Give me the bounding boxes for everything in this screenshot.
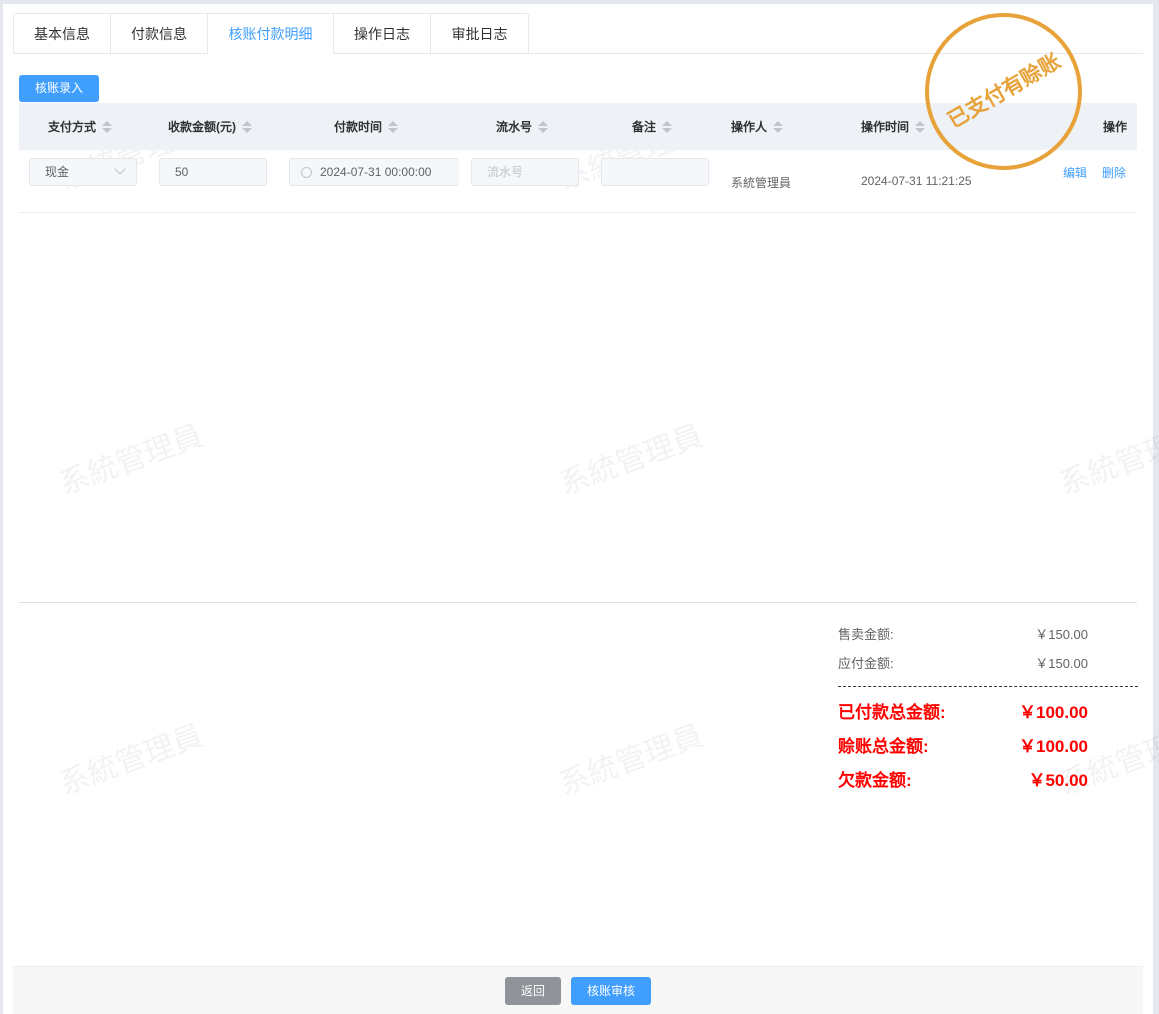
label: 已付款总金额: (838, 703, 946, 722)
paid-total-row: 已付款总金额: ￥100.00 (838, 698, 1088, 723)
value: ￥150.00 (1035, 656, 1088, 671)
sort-icon[interactable] (915, 120, 926, 133)
summary-divider (838, 686, 1138, 687)
col-label: 备注 (632, 120, 657, 134)
col-label: 付款时间 (334, 120, 383, 134)
remark-input[interactable] (601, 158, 709, 186)
col-operator[interactable]: 操作人 (731, 118, 784, 135)
sale-amount-row: 售卖金额: ￥150.00 (838, 624, 1088, 643)
sort-icon[interactable] (242, 120, 252, 133)
pay-time-value: 2024-07-31 00:00:00 (320, 165, 432, 179)
credit-total-row: 赊账总金额: ￥100.00 (838, 732, 1088, 757)
col-amount[interactable]: 收款金额(元) (168, 118, 252, 135)
pay-method-select[interactable]: 现金 (29, 158, 137, 186)
col-actions: 操作 (1103, 120, 1128, 134)
chevron-down-icon (114, 163, 126, 175)
col-pay-time[interactable]: 付款时间 (334, 118, 399, 135)
op-time-cell: 2024-07-31 11:21:25 (861, 174, 972, 188)
col-serial[interactable]: 流水号 (496, 118, 549, 135)
amount-input[interactable]: 50 (159, 158, 267, 186)
label: 赊账总金额: (838, 737, 929, 756)
tab-reconcile-details[interactable]: 核账付款明细 (208, 14, 334, 54)
sort-icon[interactable] (662, 120, 673, 133)
back-button[interactable]: 返回 (505, 977, 561, 1005)
col-label: 流水号 (496, 120, 533, 134)
select-value: 现金 (45, 165, 70, 179)
sort-icon[interactable] (388, 120, 399, 133)
value: ￥150.00 (1035, 627, 1088, 642)
edit-link[interactable]: 编辑 (1063, 164, 1087, 181)
label: 应付金额: (838, 656, 894, 671)
tab-operation-log[interactable]: 操作日志 (334, 14, 431, 54)
tab-basic-info[interactable]: 基本信息 (14, 14, 111, 54)
label: 售卖金额: (838, 627, 894, 642)
pay-time-picker[interactable]: 2024-07-31 00:00:00 (289, 158, 459, 186)
col-label: 收款金额(元) (168, 120, 236, 134)
clock-icon (301, 167, 312, 178)
col-op-time[interactable]: 操作时间 (861, 118, 926, 135)
col-pay-method[interactable]: 支付方式 (48, 118, 113, 135)
row-divider (19, 212, 1137, 213)
status-stamp: 已支付有赊账 (925, 13, 1082, 170)
serial-input[interactable]: 流水号 (471, 158, 579, 186)
value: ￥100.00 (1019, 703, 1088, 722)
stamp-text: 已支付有赊账 (943, 49, 1065, 133)
value: ￥100.00 (1019, 737, 1088, 756)
col-label: 操作时间 (861, 120, 910, 134)
audit-button[interactable]: 核账审核 (571, 977, 651, 1005)
label: 欠款金额: (838, 771, 912, 790)
add-reconcile-button[interactable]: 核账录入 (19, 75, 99, 102)
col-label: 操作人 (731, 120, 768, 134)
value: ￥50.00 (1028, 771, 1088, 790)
sort-icon[interactable] (538, 120, 549, 133)
table-bottom-divider (19, 602, 1137, 603)
col-remark[interactable]: 备注 (632, 118, 673, 135)
sort-icon[interactable] (773, 120, 784, 133)
payable-amount-row: 应付金额: ￥150.00 (838, 653, 1088, 672)
tab-payment-info[interactable]: 付款信息 (111, 14, 208, 54)
sort-icon[interactable] (102, 120, 113, 133)
operator-cell: 系統管理員 (731, 176, 792, 190)
tab-approval-log[interactable]: 审批日志 (431, 14, 528, 54)
col-label: 支付方式 (48, 120, 97, 134)
tab-bar: 基本信息 付款信息 核账付款明细 操作日志 审批日志 (13, 13, 529, 54)
delete-link[interactable]: 删除 (1102, 164, 1126, 181)
owed-amount-row: 欠款金额: ￥50.00 (838, 766, 1088, 791)
